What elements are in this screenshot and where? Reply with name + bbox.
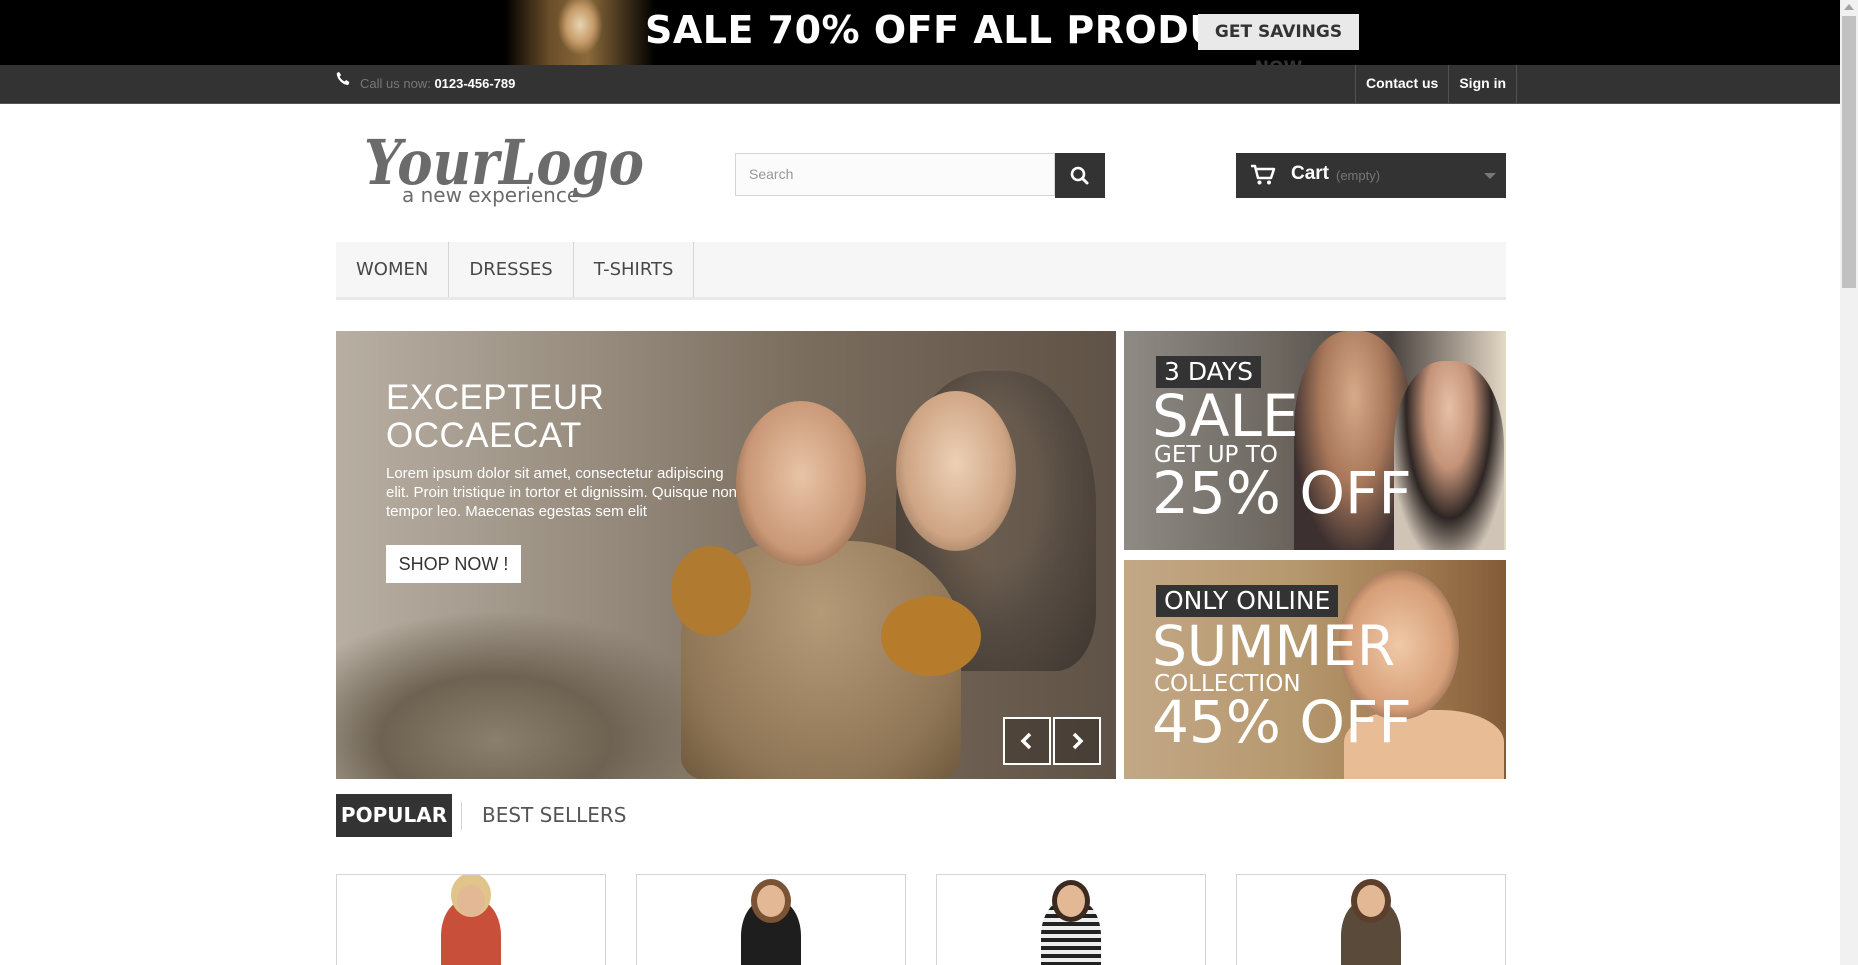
slide-title-line2: OCCAECAT	[386, 416, 582, 455]
search-button[interactable]	[1055, 153, 1105, 198]
cart-status: (empty)	[1336, 168, 1381, 183]
cart-dropdown[interactable]: Cart (empty)	[1236, 153, 1506, 198]
product-image-head	[757, 885, 785, 917]
phone-number: 0123-456-789	[434, 76, 516, 91]
chevron-right-icon	[1072, 732, 1084, 750]
cart-icon	[1251, 164, 1276, 185]
search-icon	[1070, 166, 1089, 185]
product-image-head	[1057, 885, 1085, 917]
get-savings-button[interactable]: GET SAVINGS NOW	[1198, 14, 1359, 65]
slide-model-face	[896, 391, 1016, 551]
call-us-text: Call us now: 0123-456-789	[360, 76, 515, 91]
tab-divider	[461, 802, 462, 830]
tab-best-sellers[interactable]: BEST SELLERS	[482, 794, 626, 837]
search-input[interactable]: Search	[735, 153, 1055, 196]
main-menu: WOMEN DRESSES T-SHIRTS	[336, 242, 1506, 300]
slide-title-line1: EXCEPTEUR	[386, 378, 605, 417]
top-nav-links: Contact us Sign in	[1355, 65, 1518, 103]
tab-popular[interactable]: POPULAR	[336, 794, 452, 837]
scrollbar-thumb[interactable]	[1842, 16, 1856, 288]
slide-model-mitten	[671, 546, 751, 636]
sign-in-link[interactable]: Sign in	[1448, 65, 1518, 103]
banner-offer: 45% OFF	[1152, 688, 1412, 756]
homepage-slider[interactable]: EXCEPTEUR OCCAECAT Lorem ipsum dolor sit…	[336, 331, 1116, 779]
menu-item-tshirts[interactable]: T-SHIRTS	[574, 242, 695, 297]
shop-now-button[interactable]: SHOP NOW !	[386, 545, 521, 583]
banner-offer: 25% OFF	[1152, 459, 1412, 527]
banner-model-image	[505, 0, 655, 65]
product-card[interactable]	[1236, 874, 1506, 965]
slide-description: Lorem ipsum dolor sit amet, consectetur …	[386, 465, 737, 520]
slider-next-button[interactable]	[1053, 717, 1101, 765]
slide-title: EXCEPTEUR OCCAECAT	[386, 379, 604, 455]
side-banner-summer[interactable]: ONLY ONLINE SUMMER COLLECTION 45% OFF	[1124, 560, 1506, 779]
site-logo[interactable]: YourLogo a new experience	[360, 122, 650, 212]
product-card[interactable]	[936, 874, 1206, 965]
banner-tag: ONLY ONLINE	[1156, 585, 1339, 617]
slider-prev-button[interactable]	[1003, 717, 1051, 765]
cart-label: Cart	[1291, 163, 1330, 184]
scroll-up-arrow-icon[interactable]	[1844, 4, 1854, 10]
phone-icon	[336, 71, 350, 85]
logo-tagline: a new experience	[402, 183, 579, 207]
menu-item-dresses[interactable]: DRESSES	[449, 242, 574, 297]
chevron-down-icon	[1484, 173, 1496, 179]
menu-item-women[interactable]: WOMEN	[336, 242, 450, 297]
page-scrollbar[interactable]	[1840, 0, 1858, 965]
chevron-left-icon	[1020, 732, 1032, 750]
product-image-head	[457, 885, 485, 917]
product-card[interactable]	[336, 874, 606, 965]
slide-model-mitten	[881, 596, 981, 676]
top-navbar	[0, 65, 1840, 104]
product-image-head	[1357, 885, 1385, 917]
contact-us-link[interactable]: Contact us	[1355, 65, 1448, 103]
product-card[interactable]	[636, 874, 906, 965]
slide-model-face	[736, 401, 866, 566]
call-us-label: Call us now:	[360, 76, 431, 91]
banner-headline: SALE	[1152, 382, 1299, 450]
side-banner-sale[interactable]: 3 DAYS SALE GET UP TO 25% OFF	[1124, 331, 1506, 550]
promo-banner[interactable]: SALE 70% OFF ALL PRODUCTS GET SAVINGS NO…	[0, 0, 1840, 65]
banner-headline: SUMMER	[1152, 614, 1396, 678]
